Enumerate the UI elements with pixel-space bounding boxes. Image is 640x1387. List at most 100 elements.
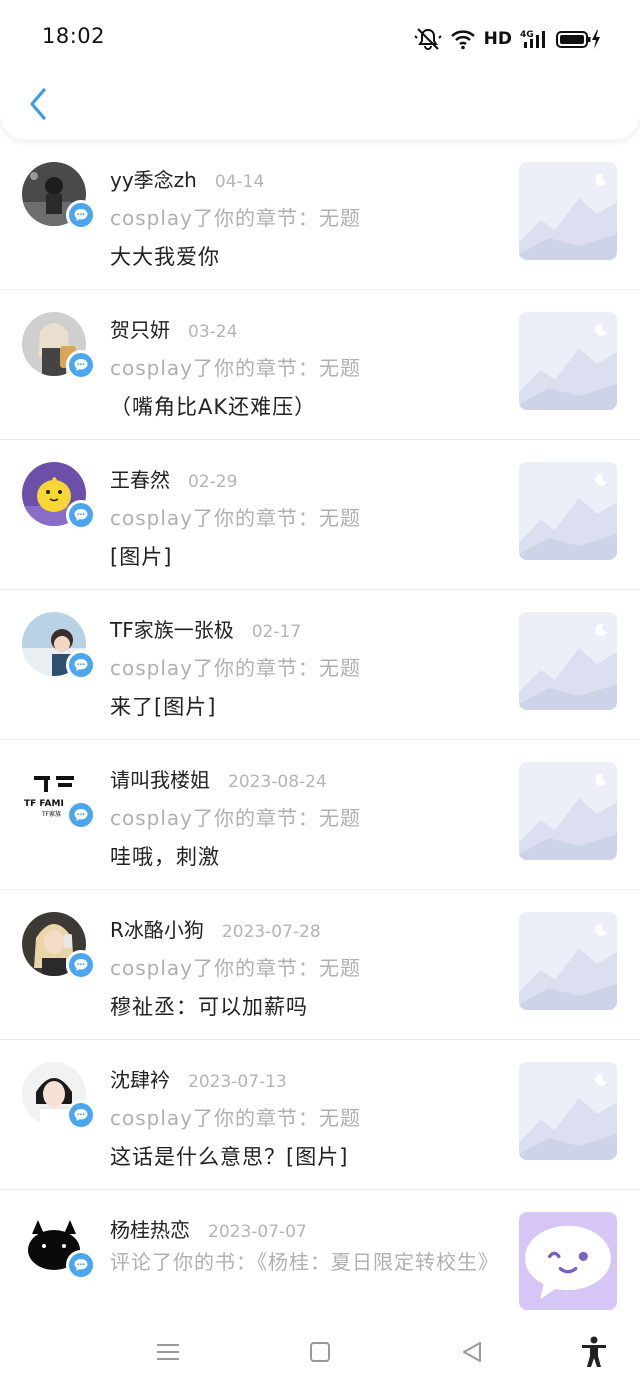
message-meta: 贺只妍 03-24 cosplay了你的章节：无题 （嘴角比AK还难压） [110,314,505,421]
message-row[interactable]: TF家族一张极 02-17 cosplay了你的章节：无题 来了[图片] [0,590,640,740]
home-button[interactable] [302,1334,338,1370]
message-meta: TF家族一张极 02-17 cosplay了你的章节：无题 来了[图片] [110,614,505,721]
placeholder-mountain-icon [519,312,617,410]
message-date: 02-17 [251,622,302,642]
message-row[interactable]: yy季念zh 04-14 cosplay了你的章节：无题 大大我爱你 [0,140,640,290]
message-date: 2023-07-28 [221,922,321,942]
user-name[interactable]: 贺只妍 [110,314,170,343]
message-context: cosplay了你的章节：无题 [110,956,361,980]
message-date: 2023-08-24 [228,772,327,792]
message-context: cosplay了你的章节：无题 [110,1106,361,1130]
message-row[interactable]: R冰酪小狗 2023-07-28 cosplay了你的章节：无题 穆祉丞：可以加… [0,890,640,1040]
message-badge [66,650,96,680]
user-name[interactable]: R冰酪小狗 [110,914,204,943]
chat-bubble-icon [74,209,88,221]
placeholder-mountain-icon [519,162,617,260]
message-date: 2023-07-07 [208,1222,307,1242]
message-badge [66,200,96,230]
message-badge [66,1100,96,1130]
chat-bubble-icon [74,1109,88,1121]
chapter-thumbnail[interactable] [519,312,617,410]
user-name[interactable]: TF家族一张极 [110,614,234,643]
message-meta: 王春然 02-29 cosplay了你的章节：无题 [图片] [110,464,505,571]
chapter-thumbnail[interactable] [519,612,617,710]
menu-button[interactable] [150,1334,186,1370]
message-meta: R冰酪小狗 2023-07-28 cosplay了你的章节：无题 穆祉丞：可以加… [110,914,505,1021]
accessibility-button[interactable] [576,1334,612,1370]
message-list: yy季念zh 04-14 cosplay了你的章节：无题 大大我爱你 贺只妍 0… [0,140,640,1340]
chapter-thumbnail[interactable] [519,462,617,560]
message-badge [66,1250,96,1280]
back-nav-button[interactable] [454,1334,490,1370]
message-row[interactable]: 贺只妍 03-24 cosplay了你的章节：无题 （嘴角比AK还难压） [0,290,640,440]
message-context: cosplay了你的章节：无题 [110,656,361,680]
logo-text: TF FAMI [24,799,64,809]
wifi-icon [450,30,475,50]
message-badge [66,350,96,380]
message-meta: 请叫我楼姐 2023-08-24 cosplay了你的章节：无题 哇哦，刺激 [110,764,505,871]
message-text: 来了[图片] [110,695,217,719]
back-triangle-icon [463,1342,481,1362]
message-context: 评论了你的书：《杨桂：夏日限定转校生》 [110,1250,499,1274]
chat-bubble-icon [74,1259,88,1271]
chapter-thumbnail[interactable] [519,912,617,1010]
message-badge [66,500,96,530]
message-context: cosplay了你的章节：无题 [110,356,361,380]
home-square-icon [310,1342,330,1362]
message-row[interactable]: 王春然 02-29 cosplay了你的章节：无题 [图片] [0,440,640,590]
chevron-left-icon [30,88,46,120]
message-meta: 杨桂热恋 2023-07-07 评论了你的书：《杨桂：夏日限定转校生》 [110,1214,505,1278]
message-text: [图片] [110,545,173,569]
message-meta: 沈肆衿 2023-07-13 cosplay了你的章节：无题 这话是什么意思？[… [110,1064,505,1171]
message-context: cosplay了你的章节：无题 [110,806,361,830]
chat-bubble-icon [74,509,88,521]
user-name[interactable]: yy季念zh [110,164,197,193]
message-text: 穆祉丞：可以加薪吗 [110,995,308,1019]
comment-thumbnail[interactable] [519,1212,617,1310]
chapter-thumbnail[interactable] [519,162,617,260]
status-icons: HD 4G [413,26,600,52]
message-row[interactable]: 沈肆衿 2023-07-13 cosplay了你的章节：无题 这话是什么意思？[… [0,1040,640,1190]
battery-charging-icon [556,30,600,49]
logo-subtext: TF家族 [41,810,61,818]
message-text: 哇哦，刺激 [110,845,220,869]
status-time: 18:02 [42,24,106,48]
message-row[interactable]: TF FAMI TF家族 请叫我楼姐 2023-08-24 cosplay了你的… [0,740,640,890]
user-name[interactable]: 王春然 [110,464,170,493]
user-name[interactable]: 杨桂热恋 [110,1214,190,1243]
chat-bubble-icon [74,809,88,821]
message-meta: yy季念zh 04-14 cosplay了你的章节：无题 大大我爱你 [110,164,505,271]
network-hd-label: HD [483,29,512,49]
chapter-thumbnail[interactable] [519,1062,617,1160]
message-date: 03-24 [188,322,238,342]
chat-bubble-icon [74,359,88,371]
message-date: 02-29 [188,472,238,492]
mute-bell-icon [413,28,442,50]
message-date: 04-14 [214,172,265,192]
chat-bubble-icon [74,659,88,671]
cell-signal-icon: 4G [520,30,545,48]
placeholder-mountain-icon [519,612,617,710]
placeholder-mountain-icon [519,1062,617,1160]
chat-bubble-icon [74,959,88,971]
system-navigation-bar [0,1318,640,1387]
placeholder-mountain-icon [519,462,617,560]
chat-wink-icon [525,1225,611,1300]
status-bar: 18:02 HD 4G [0,0,640,78]
menu-icon [157,1344,179,1360]
back-button[interactable] [20,84,56,124]
accessibility-icon [582,1336,606,1367]
chapter-thumbnail[interactable] [519,762,617,860]
placeholder-mountain-icon [519,912,617,1010]
top-header: 18:02 HD 4G [0,0,640,140]
message-context: cosplay了你的章节：无题 [110,506,361,530]
message-badge [66,800,96,830]
message-text: （嘴角比AK还难压） [110,395,317,419]
message-badge [66,950,96,980]
message-text: 这话是什么意思？[图片] [110,1145,349,1169]
message-context: cosplay了你的章节：无题 [110,206,361,230]
user-name[interactable]: 请叫我楼姐 [110,764,210,793]
placeholder-mountain-icon [519,762,617,860]
user-name[interactable]: 沈肆衿 [110,1064,170,1093]
message-date: 2023-07-13 [188,1072,287,1092]
